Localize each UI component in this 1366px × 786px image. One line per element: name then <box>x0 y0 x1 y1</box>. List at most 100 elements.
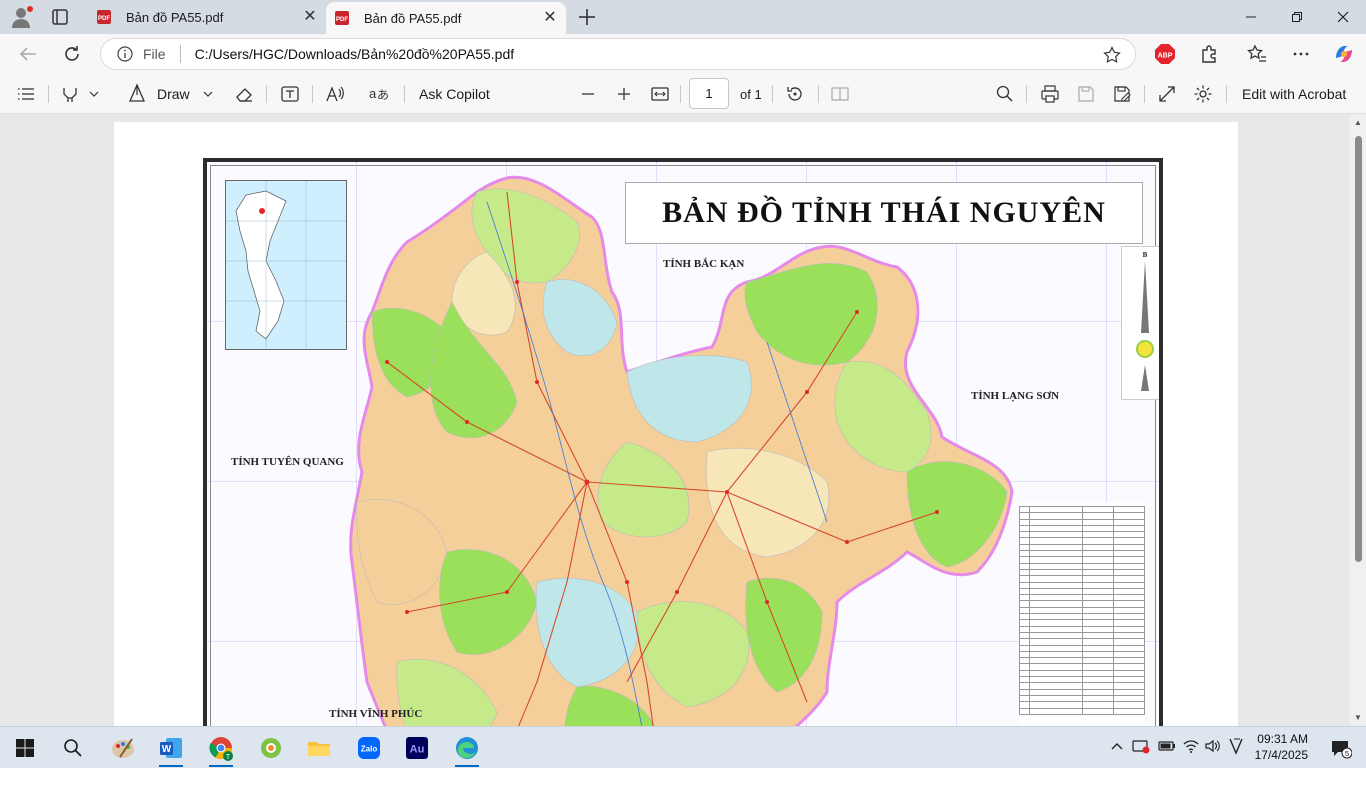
adblock-plus-icon[interactable]: ABP <box>1154 43 1176 65</box>
pdf-file-icon: PDF <box>335 11 349 25</box>
vietnam-inset-map <box>225 180 347 350</box>
page-view-icon[interactable] <box>830 74 850 114</box>
scrollbar-thumb[interactable] <box>1355 136 1362 562</box>
chevron-up-icon[interactable] <box>1110 739 1124 753</box>
zoom-in-icon[interactable] <box>614 74 634 114</box>
pdf-viewer[interactable]: BẢN ĐỒ TỈNH THÁI NGUYÊN B TỈNH BẮC KẠN T… <box>0 114 1366 726</box>
svg-text:PDF: PDF <box>336 17 348 23</box>
save-icon[interactable] <box>1076 74 1096 114</box>
audition-icon[interactable]: Au <box>402 733 432 763</box>
favorites-icon[interactable] <box>1246 43 1268 65</box>
url-text[interactable]: C:/Users/HGC/Downloads/Bản%20đồ%20PA55.p… <box>195 46 515 62</box>
restore-icon[interactable] <box>1274 0 1320 34</box>
new-tab-icon[interactable] <box>576 6 598 28</box>
notification-count: 5 <box>1345 749 1349 758</box>
info-icon[interactable] <box>117 46 133 62</box>
pdf-file-icon: PDF <box>97 10 111 24</box>
tab-actions-icon[interactable] <box>48 6 72 28</box>
zoom-out-icon[interactable] <box>578 74 598 114</box>
screen-bottom-strip <box>0 768 1366 786</box>
clock-time: 09:31 AM <box>1257 732 1308 746</box>
profile-avatar-icon[interactable] <box>8 4 36 30</box>
svg-text:PDF: PDF <box>98 16 110 22</box>
windows-taskbar: W T Zalo Au 09:31 AM 17/4/2025 5 <box>0 726 1366 768</box>
paint-icon[interactable] <box>108 733 138 763</box>
meet-now-icon[interactable] <box>1132 737 1150 755</box>
draw-button[interactable]: Draw <box>126 74 190 114</box>
zalo-icon[interactable]: Zalo <box>354 733 384 763</box>
wifi-icon[interactable] <box>1182 738 1200 754</box>
close-tab-icon[interactable]: ✕ <box>542 10 558 26</box>
browser-tab-active[interactable]: PDF Bản đồ PA55.pdf ✕ <box>326 2 566 34</box>
address-bar[interactable]: File C:/Users/HGC/Downloads/Bản%20đồ%20P… <box>100 38 1136 70</box>
volume-icon[interactable] <box>1204 738 1222 754</box>
settings-gear-icon[interactable] <box>1193 74 1213 114</box>
scroll-down-icon[interactable]: ▼ <box>1354 713 1362 722</box>
save-as-icon[interactable] <box>1112 74 1132 114</box>
print-icon[interactable] <box>1040 74 1060 114</box>
close-window-icon[interactable] <box>1320 0 1366 34</box>
compass-rose: B <box>1121 246 1159 400</box>
search-icon[interactable] <box>995 74 1015 114</box>
address-toolbar: File C:/Users/HGC/Downloads/Bản%20đồ%20P… <box>0 34 1366 74</box>
read-aloud-icon[interactable] <box>324 74 346 114</box>
close-tab-icon[interactable]: ✕ <box>302 9 318 25</box>
battery-icon[interactable] <box>1158 738 1176 754</box>
ask-copilot-button[interactable]: Ask Copilot <box>419 74 490 114</box>
system-clock[interactable]: 09:31 AM 17/4/2025 <box>1255 731 1308 763</box>
divider <box>1026 85 1027 103</box>
search-icon[interactable] <box>58 733 88 763</box>
acrobat-label: Edit with Acrobat <box>1242 86 1347 102</box>
more-menu-icon[interactable] <box>1290 43 1312 65</box>
province-map <box>207 162 1159 726</box>
page-total: of 1 <box>740 74 762 114</box>
chrome-icon[interactable]: T <box>206 733 236 767</box>
input-method-icon[interactable] <box>1228 737 1244 755</box>
divider <box>1144 85 1145 103</box>
edit-with-acrobat-button[interactable]: Edit with Acrobat <box>1242 74 1346 114</box>
abp-label: ABP <box>1158 53 1173 60</box>
notification-center-icon[interactable]: 5 <box>1330 739 1352 759</box>
refresh-icon[interactable] <box>60 42 84 66</box>
svg-text:W: W <box>162 744 172 755</box>
vertical-scrollbar[interactable]: ▲ ▼ <box>1350 114 1366 726</box>
game-icon[interactable] <box>256 733 286 763</box>
rotate-icon[interactable] <box>785 74 805 114</box>
table-cell <box>1112 707 1146 715</box>
word-icon[interactable]: W <box>156 733 186 767</box>
windows-start-icon[interactable] <box>10 733 40 763</box>
highlight-icon[interactable] <box>60 74 80 114</box>
contents-list-icon[interactable] <box>16 74 36 114</box>
table-row <box>1019 707 1146 715</box>
favorite-star-icon[interactable] <box>1103 46 1121 64</box>
fit-page-icon[interactable] <box>650 74 670 114</box>
page-total-label: of 1 <box>740 86 762 102</box>
extensions-icon[interactable] <box>1198 43 1220 65</box>
divider <box>179 45 181 63</box>
svg-text:T: T <box>226 754 231 761</box>
table-cell <box>1081 707 1114 715</box>
file-explorer-icon[interactable] <box>304 733 334 763</box>
copilot-label: Ask Copilot <box>419 86 490 102</box>
page-number-input[interactable]: 1 <box>689 78 729 109</box>
divider <box>818 85 819 103</box>
translate-icon[interactable]: aあ <box>368 74 390 114</box>
table-cell <box>1019 707 1030 715</box>
divider <box>680 85 681 103</box>
table-cell <box>1029 707 1083 715</box>
eraser-icon[interactable] <box>234 74 254 114</box>
fullscreen-icon[interactable] <box>1157 74 1177 114</box>
chevron-down-icon[interactable] <box>88 74 100 114</box>
chevron-down-icon[interactable] <box>202 74 214 114</box>
draw-label: Draw <box>157 86 190 102</box>
edge-icon[interactable] <box>452 733 482 767</box>
minimize-icon[interactable] <box>1228 0 1274 34</box>
administrative-units-table <box>1019 502 1146 726</box>
scroll-up-icon[interactable]: ▲ <box>1354 118 1362 127</box>
divider <box>266 85 267 103</box>
map-title: BẢN ĐỒ TỈNH THÁI NGUYÊN <box>625 182 1143 244</box>
text-box-icon[interactable] <box>280 74 300 114</box>
back-icon[interactable] <box>16 42 40 66</box>
copilot-icon[interactable] <box>1332 42 1356 66</box>
browser-tab[interactable]: PDF Bản đồ PA55.pdf ✕ <box>88 0 326 34</box>
